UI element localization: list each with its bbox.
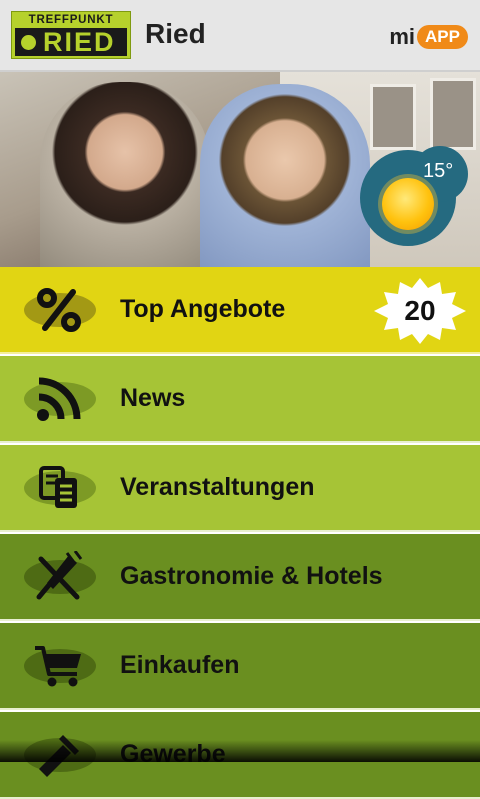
menu-item-top-angebote[interactable]: Top Angebote 20 [0,267,480,354]
hero-window [370,84,416,150]
percent-icon [28,279,90,341]
logo-top-text: TREFFPUNKT [28,14,114,26]
miapp-mi-text: mi [389,24,416,49]
weather-temperature: 15° [423,160,454,182]
menu-item-veranstaltungen[interactable]: Veranstaltungen [0,445,480,532]
menu-item-label: Gastronomie & Hotels [120,562,383,590]
menu-item-label: Einkaufen [120,651,240,679]
logo-bottom-text: RIED [43,27,116,57]
offers-count: 20 [404,295,436,326]
hero-person-woman [40,82,210,267]
treffpunkt-ried-logo[interactable]: TREFFPUNKT RIED [11,11,131,59]
rss-icon [28,368,90,430]
menu-item-label: Top Angebote [120,295,286,323]
fork-knife-icon [28,546,90,608]
miapp-app-badge: APP [417,25,468,49]
logo-dot-icon [21,34,36,50]
hero-window [430,78,476,150]
menu-item-news[interactable]: News [0,356,480,443]
app-title: Ried [145,18,206,49]
offers-count-badge: 20 [374,278,466,344]
menu-item-label: Veranstaltungen [120,473,315,501]
bottom-shadow [0,740,480,762]
shopping-cart-icon [28,635,90,697]
tickets-icon [28,457,90,519]
hero-person-man [200,84,370,267]
miapp-brand[interactable]: mi APP [389,24,468,50]
logo-bottom-bar: RIED [15,28,127,56]
menu-item-gastronomie-hotels[interactable]: Gastronomie & Hotels [0,534,480,621]
menu-item-einkaufen[interactable]: Einkaufen [0,623,480,710]
app-header: TREFFPUNKT RIED Ried mi APP [0,0,480,72]
sun-icon [382,178,434,230]
menu-item-label: News [120,384,186,412]
